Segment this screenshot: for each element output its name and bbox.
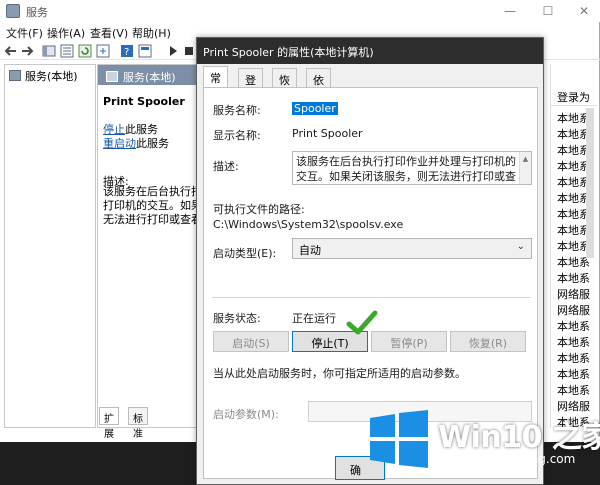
stop-icon[interactable] (182, 44, 196, 58)
maximize-button[interactable]: ☐ (534, 1, 562, 21)
section-divider (212, 297, 531, 298)
svg-text:?: ? (124, 47, 129, 58)
tab-logon[interactable]: 登录 (238, 68, 263, 103)
export-list-icon[interactable] (96, 44, 110, 58)
restart-service-suffix: 此服务 (136, 137, 169, 150)
console-tree-icon[interactable] (42, 44, 56, 58)
description-box[interactable]: 该服务在后台执行打印作业并处理与打印机的交互。如果关闭该服务，则无法进行打印或查… (292, 151, 532, 185)
close-button[interactable]: ✕ (570, 1, 598, 21)
menu-view[interactable]: 查看(V) (90, 25, 128, 41)
windows-logo-icon (370, 410, 428, 468)
title-bar[interactable]: 服务 — ☐ ✕ (0, 0, 600, 22)
menu-file[interactable]: 文件(F) (6, 25, 43, 41)
menu-help[interactable]: 帮助(H) (132, 25, 171, 41)
checkmark-icon (346, 310, 378, 335)
description-scrollbar[interactable]: ▲▼ (519, 152, 531, 184)
restart-service-link[interactable]: 重启动 (103, 137, 136, 150)
display-name-label: 显示名称: (213, 129, 261, 142)
selected-service-name: Print Spooler (103, 95, 185, 108)
services-folder-icon (9, 70, 21, 81)
startup-type-label: 启动类型(E): (213, 247, 277, 260)
services-app-icon (6, 4, 20, 18)
help-icon[interactable]: ? (120, 44, 134, 58)
tree-item-label: 服务(本地) (25, 70, 78, 83)
forward-arrow-icon[interactable] (20, 44, 34, 58)
description-label: 描述: (213, 160, 239, 173)
minimize-button[interactable]: — (496, 1, 524, 21)
console-tree-pane: 服务(本地) (4, 64, 96, 428)
service-status-value: 正在运行 (292, 312, 336, 325)
startup-type-value: 自动 (299, 244, 321, 257)
tab-dependencies[interactable]: 依存关系 (306, 68, 331, 135)
play-icon[interactable] (166, 44, 180, 58)
start-params-hint: 当从此处启动服务时，你可指定所适用的启动参数。 (213, 367, 466, 380)
tab-extended[interactable]: 扩展 (99, 407, 119, 440)
list-scrollbar[interactable] (586, 108, 594, 258)
list-view-icon[interactable] (60, 44, 74, 58)
refresh-icon[interactable] (78, 44, 92, 58)
back-arrow-icon[interactable] (4, 44, 18, 58)
watermark-site-name: Win10 之家 (438, 420, 600, 455)
services-header-icon (106, 71, 118, 82)
display-name-value: Print Spooler (292, 127, 363, 140)
service-status-label: 服务状态: (213, 312, 261, 325)
resume-button[interactable]: 恢复(R) (450, 331, 526, 352)
tab-standard[interactable]: 标准 (128, 407, 148, 440)
ext-pane-header-label: 服务(本地) (123, 71, 176, 84)
watermark: Win10 之家 www.win10xitong.com (368, 410, 600, 472)
column-header-logon-as[interactable]: 登录为 (551, 86, 597, 106)
properties-icon[interactable] (138, 44, 152, 58)
start-button[interactable]: 启动(S) (213, 331, 289, 352)
watermark-url: www.win10xitong.com (440, 452, 576, 466)
service-name-selected-text[interactable]: Spooler (292, 102, 338, 115)
restart-service-row: 重启动此服务 (103, 135, 169, 151)
tree-item-services-local[interactable]: 服务(本地) (9, 68, 78, 84)
executable-path-value: C:\Windows\System32\spoolsv.exe (213, 218, 404, 231)
description-text: 该服务在后台执行打印作业并处理与打印机的交互。如果关闭该服务，则无法进行打印或查… (296, 155, 516, 183)
pause-button[interactable]: 暂停(P) (371, 331, 447, 352)
service-name-value[interactable]: Spooler (292, 102, 338, 115)
executable-path-label: 可执行文件的路径: (213, 203, 305, 216)
service-name-label: 服务名称: (213, 104, 261, 117)
tab-general[interactable]: 常规 (203, 66, 228, 101)
dialog-title[interactable]: Print Spooler 的属性(本地计算机) (197, 38, 543, 64)
window-title: 服务 (26, 6, 48, 19)
menu-action[interactable]: 操作(A) (47, 25, 85, 41)
start-params-label: 启动参数(M): (213, 408, 279, 421)
startup-type-select[interactable]: 自动 ⌄ (292, 238, 532, 259)
tab-recovery[interactable]: 恢复 (272, 68, 297, 103)
chevron-down-icon: ⌄ (516, 241, 525, 252)
